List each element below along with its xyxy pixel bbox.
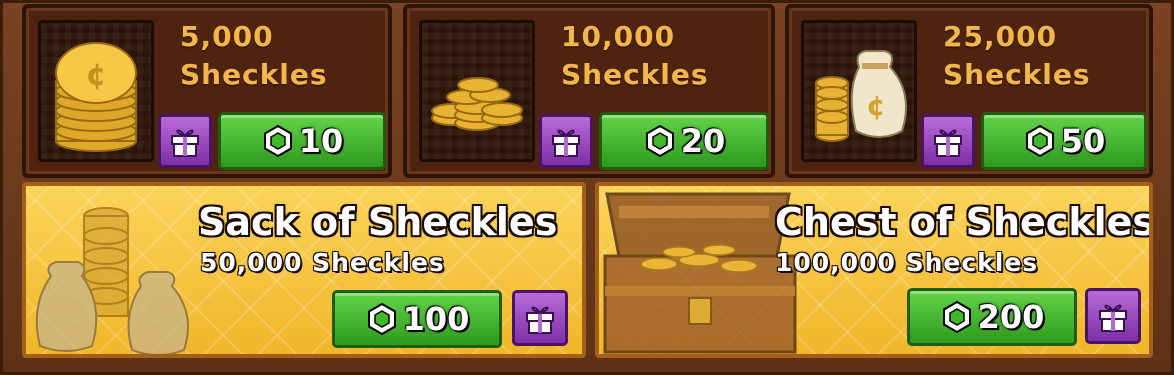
gift-icon (552, 129, 580, 157)
offer-unit: Sheckles (943, 58, 1091, 91)
thumbnail: ¢ (801, 20, 917, 162)
gift-button[interactable] (921, 114, 975, 168)
gift-button[interactable] (1085, 288, 1141, 344)
robux-icon (263, 124, 292, 158)
offer-card-chest: Chest of Sheckles 100,000 Sheckles 200 (595, 182, 1153, 358)
offer-subtitle: 100,000 Sheckles (775, 248, 1039, 277)
thumbnail (419, 20, 535, 162)
robux-icon (1025, 124, 1054, 158)
price: 10 (298, 122, 344, 160)
price: 50 (1060, 122, 1106, 160)
gift-icon (1099, 304, 1127, 332)
offer-card-10000: 10,000 Sheckles 20 (403, 4, 775, 178)
offer-card-sack: Sack of Sheckles 50,000 Sheckles 100 (22, 182, 586, 358)
robux-icon (645, 124, 674, 158)
price: 200 (977, 298, 1045, 336)
svg-text:¢: ¢ (866, 89, 885, 122)
buy-button[interactable]: 200 (907, 288, 1077, 346)
gift-icon (526, 306, 554, 334)
coin-sacks-icon (35, 207, 189, 354)
offer-card-5000: ¢ 5,000 Sheckles 10 (22, 4, 392, 178)
gift-icon (171, 129, 199, 157)
robux-icon (367, 302, 396, 336)
coin-stack-icon: ¢ (55, 42, 137, 152)
buy-button[interactable]: 100 (332, 290, 502, 348)
offer-title: Chest of Sheckles (775, 200, 1153, 244)
offer-amount: 5,000 (180, 20, 274, 53)
gift-icon (934, 129, 962, 157)
offer-card-25000: ¢ 25,000 Sheckles 50 (785, 4, 1153, 178)
price: 100 (402, 300, 470, 338)
coin-pile-icon (431, 77, 523, 131)
buy-button[interactable]: 20 (599, 112, 769, 170)
buy-button[interactable]: 50 (981, 112, 1147, 170)
offer-unit: Sheckles (180, 58, 328, 91)
thumbnail: ¢ (38, 20, 154, 162)
coin-bag-icon: ¢ (815, 50, 907, 142)
gift-button[interactable] (512, 290, 568, 346)
robux-icon (942, 300, 971, 334)
svg-text:¢: ¢ (86, 58, 107, 93)
offer-amount: 25,000 (943, 20, 1058, 53)
offer-subtitle: 50,000 Sheckles (200, 248, 445, 277)
buy-button[interactable]: 10 (218, 112, 386, 170)
offer-amount: 10,000 (561, 20, 676, 53)
gift-button[interactable] (539, 114, 593, 168)
price: 20 (680, 122, 726, 160)
offer-unit: Sheckles (561, 58, 709, 91)
gift-button[interactable] (158, 114, 212, 168)
offer-title: Sack of Sheckles (198, 200, 558, 244)
